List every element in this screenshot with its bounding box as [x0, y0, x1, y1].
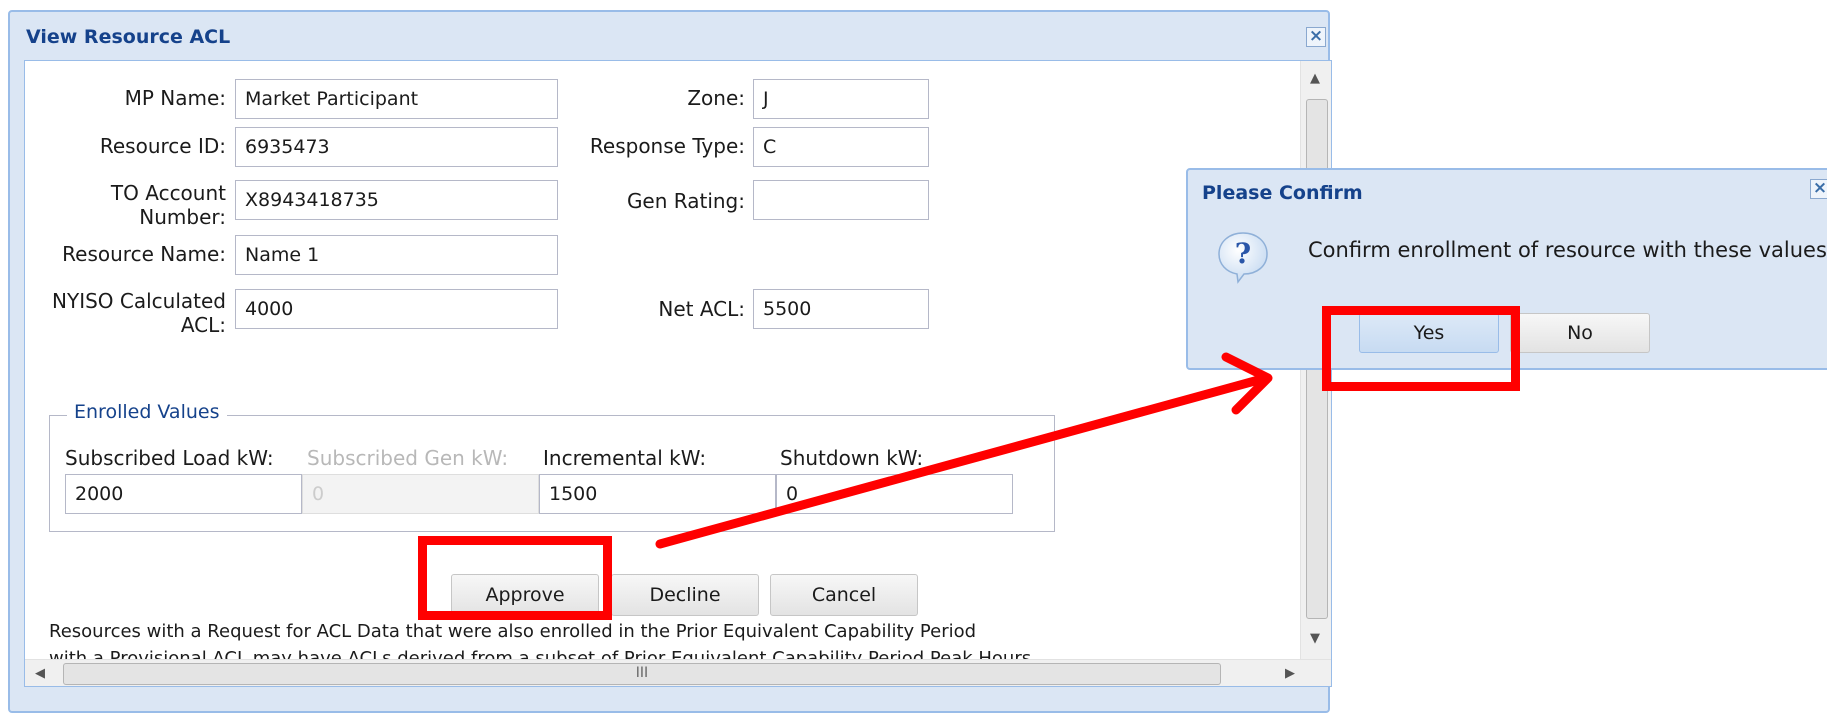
- nyiso-acl-label-line2: ACL:: [180, 313, 226, 337]
- to-account-label-line2: Number:: [139, 205, 226, 229]
- enrolled-values-legend: Enrolled Values: [67, 401, 227, 423]
- nyiso-acl-field[interactable]: 4000: [235, 289, 558, 329]
- subscribed-gen-field: 0: [302, 474, 539, 514]
- resource-id-field[interactable]: 6935473: [235, 127, 558, 167]
- to-account-field[interactable]: X8943418735: [235, 180, 558, 220]
- nyiso-acl-label: NYISO Calculated ACL:: [45, 289, 226, 337]
- shutdown-label: Shutdown kW:: [780, 446, 924, 470]
- window-title: View Resource ACL: [26, 26, 231, 48]
- close-icon[interactable]: ×: [1306, 27, 1326, 47]
- subscribed-gen-label: Subscribed Gen kW:: [307, 446, 509, 470]
- dialog-title: Please Confirm: [1202, 182, 1363, 204]
- scroll-down-icon[interactable]: ▼: [1310, 631, 1320, 646]
- note-line-1: Resources with a Request for ACL Data th…: [49, 621, 977, 642]
- zone-field[interactable]: J: [753, 79, 929, 119]
- view-resource-acl-window: View Resource ACL × MP Name: Market Part…: [8, 10, 1332, 713]
- mp-name-field[interactable]: Market Participant: [235, 79, 558, 119]
- to-account-label-line1: TO Account: [110, 181, 226, 205]
- gen-rating-label: Gen Rating:: [626, 189, 745, 213]
- resource-id-label: Resource ID:: [99, 134, 226, 158]
- subscribed-load-label: Subscribed Load kW:: [65, 446, 274, 470]
- scroll-left-icon[interactable]: ◀: [35, 666, 45, 681]
- response-type-label: Response Type:: [589, 134, 745, 158]
- horizontal-scrollbar[interactable]: ◀ III ▶: [25, 659, 1331, 686]
- resource-name-field[interactable]: Name 1: [235, 235, 558, 275]
- close-icon[interactable]: ×: [1810, 179, 1827, 199]
- incremental-label: Incremental kW:: [543, 446, 707, 470]
- mp-name-label: MP Name:: [124, 86, 226, 110]
- horizontal-scroll-thumb[interactable]: III: [63, 663, 1221, 685]
- net-acl-label: Net ACL:: [658, 297, 745, 321]
- no-button[interactable]: No: [1510, 313, 1650, 353]
- nyiso-acl-label-line1: NYISO Calculated: [52, 289, 226, 313]
- to-account-label: TO Account Number:: [65, 181, 226, 229]
- approve-highlight-box: [418, 536, 612, 620]
- dialog-message: Confirm enrollment of resource with thes…: [1308, 238, 1827, 262]
- subscribed-load-field[interactable]: 2000: [65, 474, 302, 514]
- response-type-field[interactable]: C: [753, 127, 929, 167]
- incremental-field[interactable]: 1500: [539, 474, 776, 514]
- shutdown-field[interactable]: 0: [776, 474, 1013, 514]
- cancel-button[interactable]: Cancel: [770, 574, 918, 616]
- resource-name-label: Resource Name:: [62, 242, 226, 266]
- svg-text:?: ?: [1235, 237, 1251, 270]
- decline-button[interactable]: Decline: [611, 574, 759, 616]
- scroll-up-icon[interactable]: ▲: [1310, 71, 1320, 86]
- gen-rating-field[interactable]: [753, 180, 929, 220]
- scroll-right-icon[interactable]: ▶: [1285, 666, 1295, 681]
- window-content: MP Name: Market Participant Resource ID:…: [24, 60, 1332, 687]
- net-acl-field[interactable]: 5500: [753, 289, 929, 329]
- question-icon: ?: [1218, 232, 1268, 284]
- zone-label: Zone:: [687, 86, 745, 110]
- yes-highlight-box: [1322, 306, 1520, 391]
